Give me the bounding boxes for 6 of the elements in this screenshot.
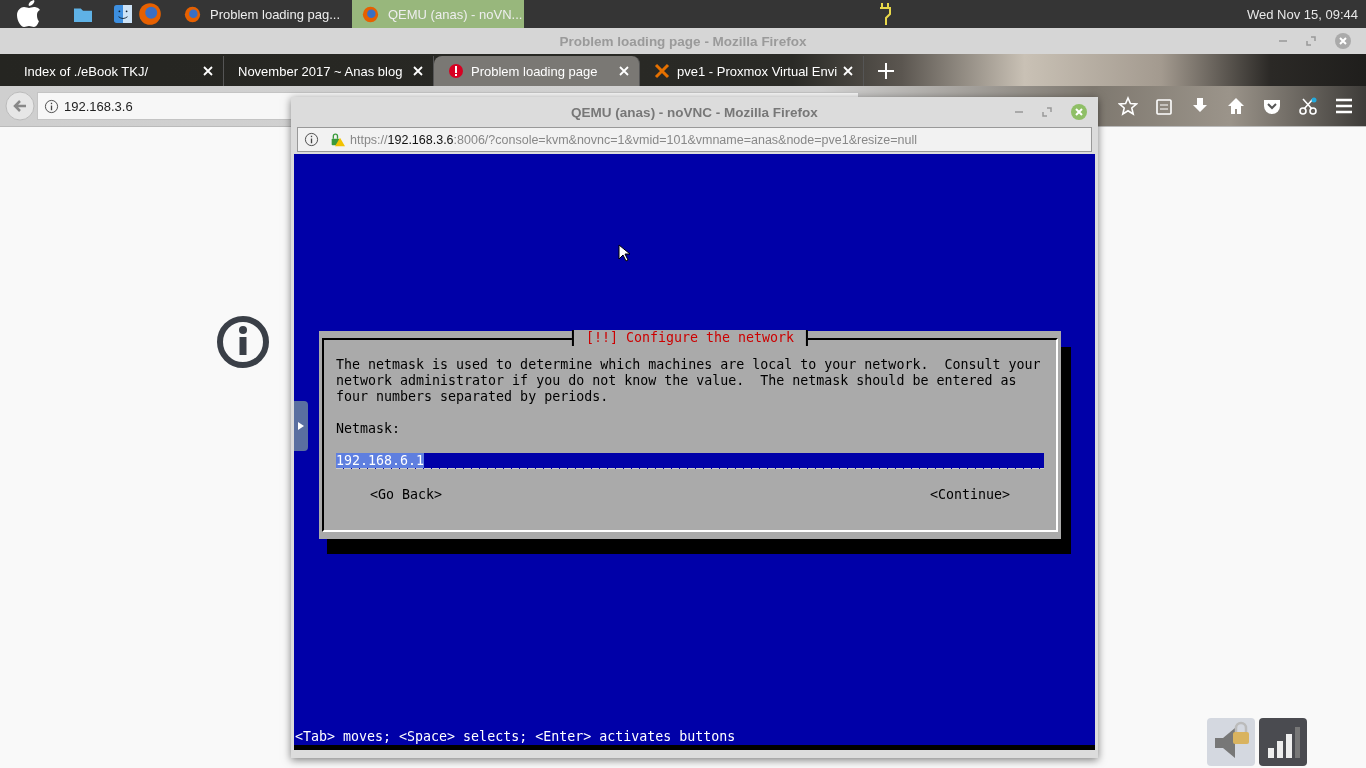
window-title: Problem loading page - Mozilla Firefox	[559, 33, 807, 49]
field-label: Netmask:	[336, 421, 402, 437]
window-title: QEMU (anas) - noVNC - Mozilla Firefox	[571, 104, 818, 120]
dialog-title: [!!] Configure the network	[571, 330, 809, 346]
dialog-message: The netmask is used to determine which machines are local to your network. Consult your network administrator if you do not know the value. The netmask should be entered as four numbers separated by periods.	[336, 357, 1042, 405]
help-line: <Tab> moves; <Space> selects; <Enter> activates buttons	[294, 729, 1095, 750]
